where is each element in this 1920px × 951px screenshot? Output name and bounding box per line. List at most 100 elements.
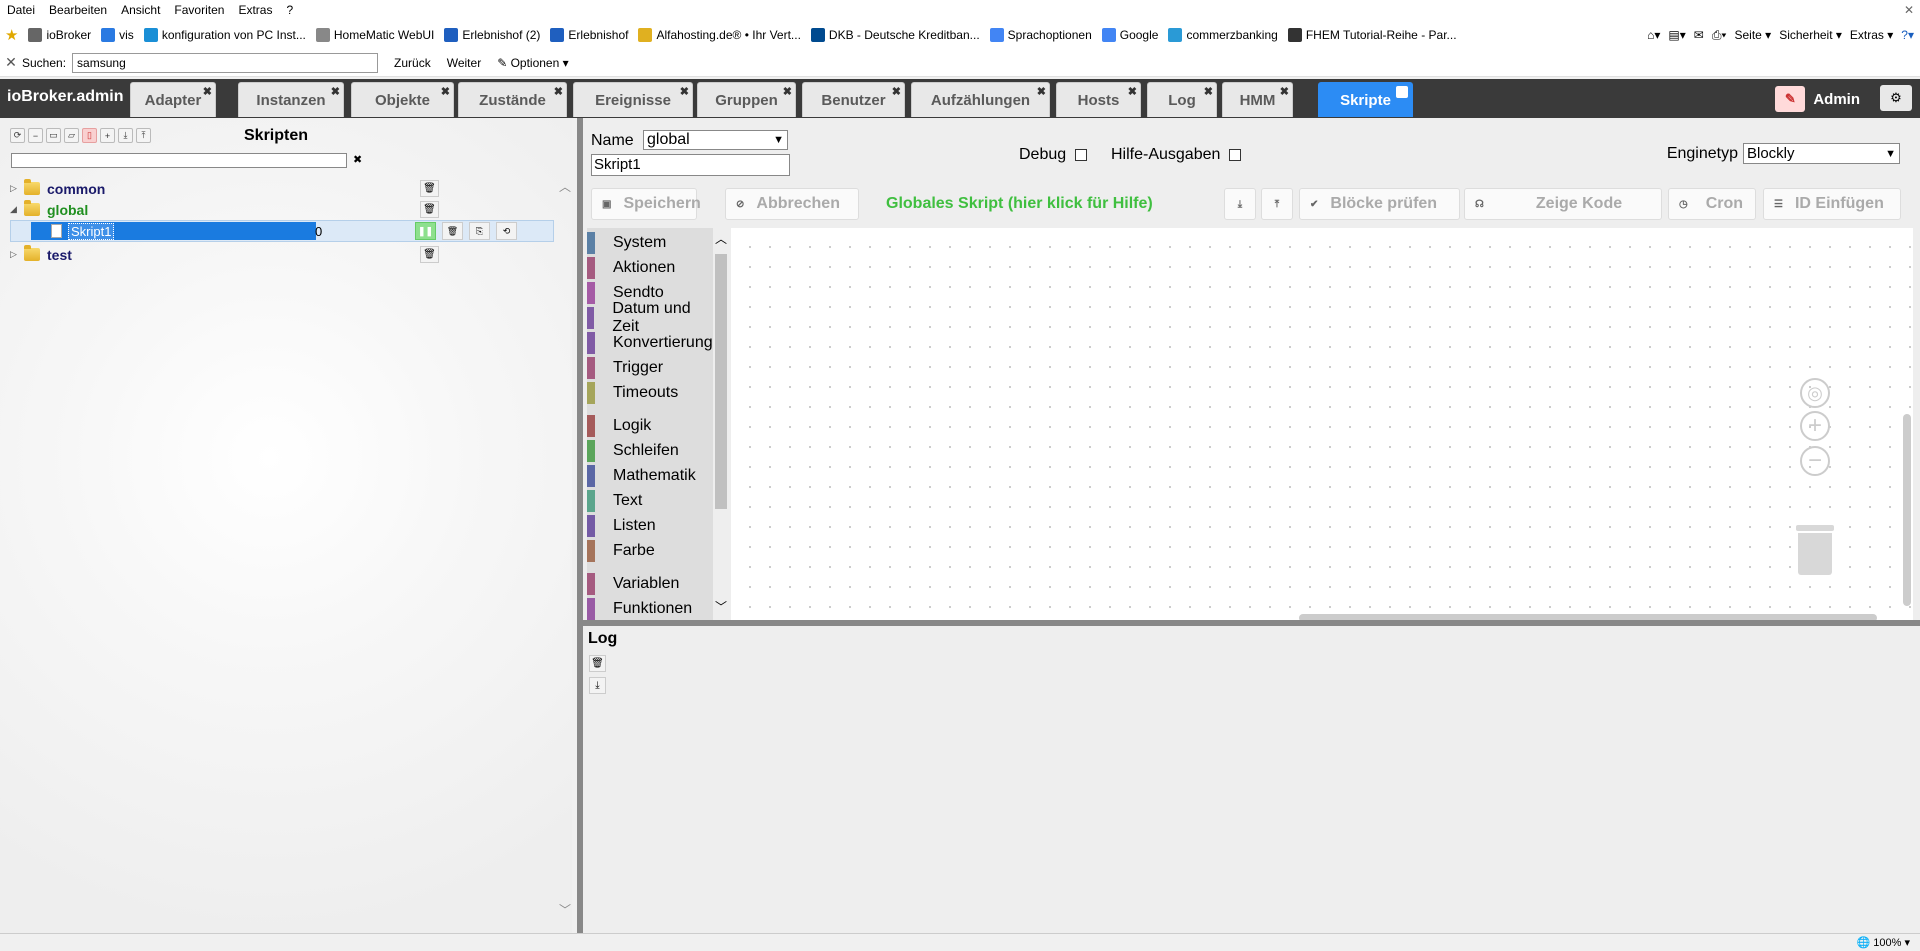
find-options-button[interactable]: ✎ Optionen ▾ — [489, 56, 576, 70]
engine-select[interactable]: Blockly ▼ — [1743, 143, 1900, 164]
tab-benutzer[interactable]: Benutzer ✖ — [802, 82, 905, 117]
close-find-icon[interactable]: ✕ — [0, 54, 22, 71]
save-button[interactable]: ▣ Speichern — [591, 188, 701, 220]
menu-sicherheit[interactable]: Sicherheit ▾ — [1779, 28, 1842, 42]
refresh-icon[interactable]: ⟳ — [10, 128, 25, 143]
workspace-vertical-scrollbar[interactable] — [1903, 414, 1911, 606]
toolbox-category[interactable]: System — [587, 232, 713, 254]
favorite-link[interactable]: FHEM Tutorial-Reihe - Par... — [1283, 21, 1462, 49]
delete-icon[interactable]: 🗑 — [420, 246, 439, 263]
toolbox-category[interactable]: Text — [587, 490, 713, 512]
add-icon[interactable]: + — [100, 128, 115, 143]
menu-ansicht[interactable]: Ansicht — [114, 0, 167, 21]
menu-bearbeiten[interactable]: Bearbeiten — [42, 0, 114, 21]
close-tab-icon[interactable]: ✖ — [1204, 85, 1213, 98]
tab-objekte[interactable]: Objekte ✖ — [351, 82, 454, 117]
menu-datei[interactable]: Datei — [0, 0, 42, 21]
insert-id-button[interactable]: ☰ ID Einfügen — [1763, 188, 1901, 220]
tree-folder-global-row[interactable]: ◢ global 🗑 — [10, 199, 554, 220]
home-icon[interactable]: ⌂▾ — [1647, 28, 1660, 42]
find-input[interactable] — [72, 52, 379, 73]
tree-scrollbar[interactable]: ︿ ﹀ — [557, 178, 571, 918]
find-forward-button[interactable]: Weiter — [439, 56, 489, 70]
toolbox-category[interactable]: Datum und Zeit — [587, 300, 713, 335]
tab-ereignisse[interactable]: Ereignisse ✖ — [573, 82, 693, 117]
favorite-link[interactable]: Erlebnishof — [545, 21, 633, 49]
close-tab-icon[interactable]: ✖ — [1037, 85, 1046, 98]
download-log-icon[interactable]: ⤓ — [589, 677, 606, 694]
tree-folder-global[interactable] — [10, 167, 554, 188]
delete-icon[interactable]: 🗑 — [420, 201, 439, 218]
zoom-level[interactable]: 🌐 100% ▾ — [1857, 936, 1910, 949]
tab-square-icon[interactable] — [1396, 86, 1408, 98]
scroll-up-icon[interactable]: ︿ — [559, 178, 571, 195]
blockly-workspace[interactable]: ◎ + − — [731, 228, 1913, 622]
close-tab-icon[interactable]: ✖ — [203, 85, 212, 98]
toolbox-scrollbar[interactable]: ︿ ﹀ — [713, 228, 729, 621]
hilfe-toggle[interactable]: Hilfe-Ausgaben — [1111, 146, 1242, 164]
tab-adapter[interactable]: Adapter ✖ — [130, 82, 216, 117]
close-tab-icon[interactable]: ✖ — [680, 85, 689, 98]
menu-extras-cmd[interactable]: Extras ▾ — [1850, 28, 1893, 42]
toolbox-category[interactable]: Funktionen — [587, 598, 713, 620]
new-script-icon[interactable]: ▯ — [82, 128, 97, 143]
help-icon[interactable]: ?▾ — [1901, 28, 1914, 42]
scroll-up-icon[interactable]: ︿ — [715, 230, 727, 247]
settings-gear-icon[interactable]: ⚙ — [1880, 85, 1912, 111]
favorite-link[interactable]: vis — [96, 21, 139, 49]
clear-log-icon[interactable]: 🗑 — [589, 655, 606, 672]
cron-button[interactable]: ◷ Cron — [1668, 188, 1756, 220]
favorite-link[interactable]: Erlebnishof (2) — [439, 21, 545, 49]
find-back-button[interactable]: Zurück — [386, 56, 439, 70]
script-selection[interactable]: Skript1 — [31, 222, 316, 240]
feeds-icon[interactable]: ▤▾ — [1668, 28, 1685, 42]
close-tab-icon[interactable]: ✖ — [331, 85, 340, 98]
menu-favoriten[interactable]: Favoriten — [167, 0, 231, 21]
collapse-icon[interactable]: − — [28, 128, 43, 143]
expand-arrow-icon[interactable]: ▷ — [10, 249, 24, 260]
toolbox-category[interactable]: Timeouts — [587, 382, 713, 404]
show-code-button[interactable]: ☊ Zeige Kode — [1464, 188, 1662, 220]
scrollbar-thumb[interactable] — [715, 254, 727, 509]
toolbox-category[interactable]: Aktionen — [587, 257, 713, 279]
favorite-link[interactable]: konfiguration von PC Inst... — [139, 21, 311, 49]
tree-filter-input[interactable] — [11, 153, 347, 168]
tree-script-row[interactable]: Skript1 0 ❚❚ 🗑 ⎘ ⟲ — [10, 220, 554, 242]
favorite-link[interactable]: HomeMatic WebUI — [311, 21, 439, 49]
close-tab-icon[interactable]: ✖ — [783, 85, 792, 98]
toolbox-category[interactable]: Schleifen — [587, 440, 713, 462]
import-icon[interactable]: ⤓ — [118, 128, 133, 143]
favorite-link[interactable]: Sprachoptionen — [985, 21, 1097, 49]
check-blocks-button[interactable]: ✔ Blöcke prüfen — [1299, 188, 1460, 220]
recenter-icon[interactable]: ◎ — [1800, 378, 1830, 408]
folder-icon[interactable]: ▭ — [46, 128, 61, 143]
tab-gruppen[interactable]: Gruppen ✖ — [697, 82, 796, 117]
favorite-link[interactable]: commerzbanking — [1163, 21, 1282, 49]
close-tab-icon[interactable]: ✖ — [1128, 85, 1137, 98]
hilfe-checkbox[interactable] — [1229, 149, 1242, 161]
tab-instanzen[interactable]: Instanzen ✖ — [238, 82, 344, 117]
pause-icon[interactable]: ❚❚ — [415, 222, 436, 240]
close-tab-icon[interactable]: ✖ — [441, 85, 450, 98]
admin-button[interactable]: ✎ Admin — [1775, 85, 1860, 113]
collapse-arrow-icon[interactable]: ◢ — [10, 204, 24, 215]
trash-icon[interactable] — [1796, 525, 1834, 575]
favorite-link[interactable]: Alfahosting.de® • Ihr Vert... — [633, 21, 805, 49]
cancel-button[interactable]: ⊘ Abbrechen — [725, 188, 859, 220]
favorite-link[interactable]: ioBroker — [23, 21, 96, 49]
clear-filter-icon[interactable]: ✖ — [353, 153, 362, 166]
tab-skripte[interactable]: Skripte — [1318, 82, 1413, 117]
close-tab-icon[interactable]: ✖ — [554, 85, 563, 98]
tab-zustände[interactable]: Zustände ✖ — [458, 82, 567, 117]
debug-toggle[interactable]: Debug — [1019, 146, 1088, 164]
close-window-icon[interactable]: ✕ — [1904, 3, 1914, 17]
tab-hmm[interactable]: HMM ✖ — [1222, 82, 1293, 117]
debug-checkbox[interactable] — [1075, 149, 1088, 161]
toolbox-category[interactable]: Mathematik — [587, 465, 713, 487]
tab-log[interactable]: Log ✖ — [1147, 82, 1217, 117]
scroll-down-icon[interactable]: ﹀ — [559, 901, 571, 918]
favorite-link[interactable]: DKB - Deutsche Kreditban... — [806, 21, 985, 49]
export-icon[interactable]: ⤒ — [136, 128, 151, 143]
toolbox-category[interactable]: Variablen — [587, 573, 713, 595]
toolbox-category[interactable]: Konvertierung — [587, 332, 713, 354]
